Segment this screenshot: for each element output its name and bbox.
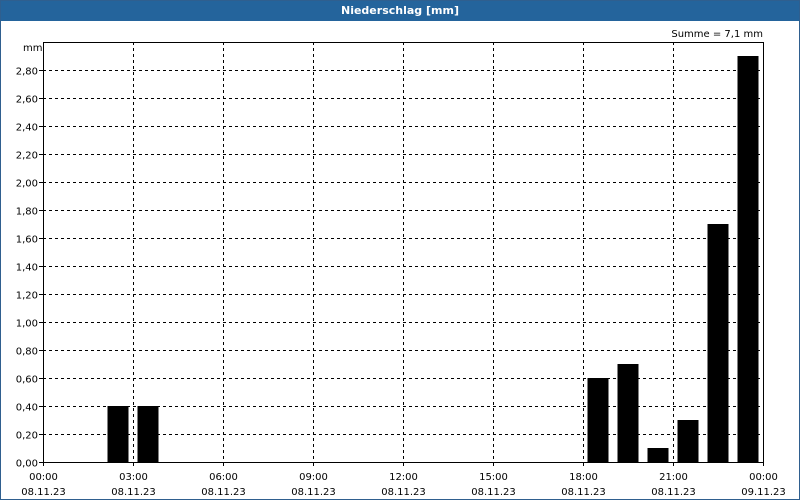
y-axis-unit-label: mm bbox=[23, 43, 42, 54]
x-tick-date-label: 08.11.23 bbox=[201, 487, 246, 498]
bars bbox=[107, 56, 759, 462]
y-tick-label: 0,00 bbox=[16, 459, 38, 470]
y-tick-label: 0,60 bbox=[16, 375, 38, 386]
x-tick-date-label: 08.11.23 bbox=[471, 487, 516, 498]
x-tick-time-label: 09:00 bbox=[299, 472, 328, 483]
precipitation-bar bbox=[737, 56, 759, 462]
x-tick-date-label: 09.11.23 bbox=[741, 487, 786, 498]
precipitation-bar bbox=[707, 224, 729, 462]
y-tick-label: 1,20 bbox=[16, 291, 38, 302]
x-tick-date-label: 08.11.23 bbox=[381, 487, 426, 498]
precipitation-bar bbox=[647, 448, 669, 462]
x-tick-date-label: 08.11.23 bbox=[111, 487, 156, 498]
y-tick-label: 0,20 bbox=[16, 431, 38, 442]
x-tick-date-label: 08.11.23 bbox=[291, 487, 336, 498]
y-tick-label: 1,40 bbox=[16, 263, 38, 274]
x-tick-time-label: 15:00 bbox=[479, 472, 508, 483]
y-tick-label: 0,40 bbox=[16, 403, 38, 414]
precipitation-bar bbox=[587, 378, 609, 462]
y-tick-label: 0,80 bbox=[16, 347, 38, 358]
precipitation-chart: 0,00 0,20 0,40 0,60 0,80 1,00 1,20 1,40 1,60 1,80… bbox=[16, 29, 786, 499]
y-tick-label: 2,00 bbox=[16, 179, 38, 190]
axes bbox=[39, 42, 764, 466]
x-tick-time-label: 12:00 bbox=[389, 472, 418, 483]
y-tick-label: 2,80 bbox=[16, 67, 38, 78]
x-tick-date-label: 08.11.23 bbox=[561, 487, 606, 498]
precipitation-bar bbox=[617, 364, 639, 462]
chart-window: Niederschlag [mm] 0,00 0,20 0,40 0,60 0,80 1,… bbox=[0, 0, 800, 500]
y-tick-label: 1,60 bbox=[16, 235, 38, 246]
x-tick-date-label: 08.11.23 bbox=[21, 487, 66, 498]
x-tick-time-label: 21:00 bbox=[659, 472, 688, 483]
y-tick-label: 2,60 bbox=[16, 95, 38, 106]
precipitation-bar bbox=[107, 406, 129, 462]
y-tick-label: 1,80 bbox=[16, 207, 38, 218]
y-tick-label: 2,40 bbox=[16, 123, 38, 134]
precipitation-bar bbox=[677, 420, 699, 462]
x-tick-time-label: 00:00 bbox=[29, 472, 58, 483]
grid-lines bbox=[43, 42, 763, 462]
x-tick-time-label: 03:00 bbox=[119, 472, 148, 483]
x-tick-time-label: 18:00 bbox=[569, 472, 598, 483]
y-tick-label: 2,20 bbox=[16, 151, 38, 162]
x-tick-date-label: 08.11.23 bbox=[651, 487, 696, 498]
x-tick-time-label: 00:00 bbox=[749, 472, 778, 483]
sum-annotation: Summe = 7,1 mm bbox=[671, 29, 763, 40]
tick-labels: 0,00 0,20 0,40 0,60 0,80 1,00 1,20 1,40 1,60 1,80… bbox=[16, 67, 786, 499]
x-tick-time-label: 06:00 bbox=[209, 472, 238, 483]
y-tick-label: 1,00 bbox=[16, 319, 38, 330]
precipitation-bar bbox=[137, 406, 159, 462]
